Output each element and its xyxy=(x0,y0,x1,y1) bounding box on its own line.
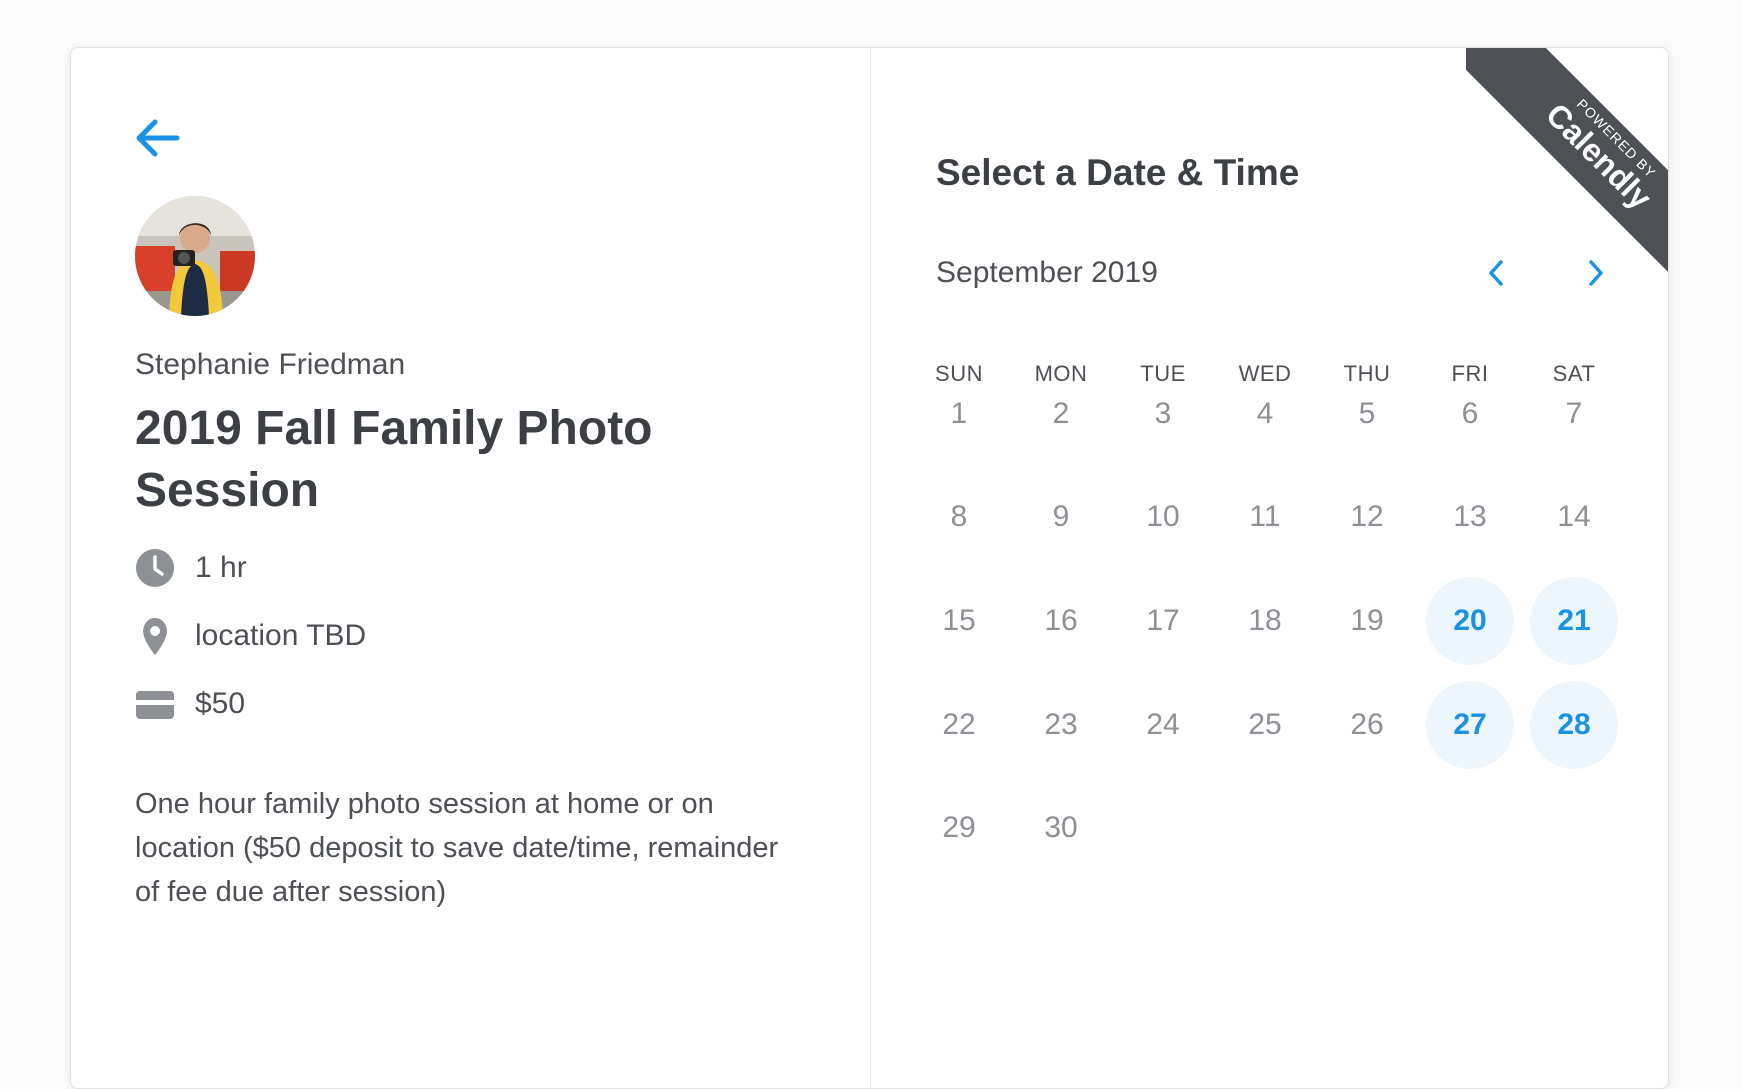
arrow-left-icon xyxy=(136,119,180,157)
calendar-day-17: 17 xyxy=(1146,604,1180,637)
back-button[interactable] xyxy=(131,116,183,160)
calendar-day-25: 25 xyxy=(1248,708,1282,741)
calendar-day-13: 13 xyxy=(1453,500,1487,533)
calendar-day-10: 10 xyxy=(1146,500,1180,533)
calendar-day-16: 16 xyxy=(1044,604,1078,637)
calendar-day-19: 19 xyxy=(1350,604,1384,637)
calendar-day-14: 14 xyxy=(1557,500,1591,533)
calendar-day-21[interactable]: 21 xyxy=(1530,577,1618,665)
event-title: 2019 Fall Family Photo Session xyxy=(135,402,653,517)
calendar-day-28[interactable]: 28 xyxy=(1530,681,1618,769)
host-name: Stephanie Friedman xyxy=(135,348,406,381)
avatar xyxy=(135,196,255,316)
calendar-day-18: 18 xyxy=(1248,604,1282,637)
map-pin-icon xyxy=(135,616,175,656)
calendar-day-9: 9 xyxy=(1052,500,1070,533)
month-label: September 2019 xyxy=(936,256,1158,289)
location-row: location TBD xyxy=(135,616,366,656)
scheduling-card: Stephanie Friedman 2019 Fall Family Phot… xyxy=(70,47,1669,1089)
calendar-day-5: 5 xyxy=(1358,397,1376,430)
calendar-day-12: 12 xyxy=(1350,500,1384,533)
calendar-day-6: 6 xyxy=(1461,397,1479,430)
powered-by-ribbon[interactable]: POWERED BY Calendly xyxy=(1466,48,1668,293)
calendar-day-27[interactable]: 27 xyxy=(1426,681,1514,769)
calendar-day-3: 3 xyxy=(1154,397,1172,430)
clock-icon xyxy=(135,548,175,588)
calendar-day-4: 4 xyxy=(1256,397,1274,430)
price-text: $50 xyxy=(195,687,246,720)
credit-card-icon xyxy=(135,684,175,724)
calendar-day-29: 29 xyxy=(942,811,976,844)
calendar-day-2: 2 xyxy=(1052,397,1070,430)
event-description: One hour family photo session at home or… xyxy=(135,788,779,908)
calendar-day-11: 11 xyxy=(1249,500,1281,533)
calendar-day-24: 24 xyxy=(1146,708,1180,741)
calendar-day-22: 22 xyxy=(942,708,976,741)
duration-text: 1 hr xyxy=(195,551,247,584)
duration-row: 1 hr xyxy=(135,548,247,588)
calendar-day-26: 26 xyxy=(1350,708,1384,741)
price-row: $50 xyxy=(135,684,245,724)
location-text: location TBD xyxy=(195,619,367,652)
calendar-day-7: 7 xyxy=(1565,397,1583,430)
calendar-day-23: 23 xyxy=(1044,708,1078,741)
panel-divider xyxy=(870,48,871,1088)
calendar-day-30: 30 xyxy=(1044,811,1078,844)
calendar-day-15: 15 xyxy=(942,604,976,637)
calendar-day-20[interactable]: 20 xyxy=(1426,577,1514,665)
calendar-day-8: 8 xyxy=(950,500,968,533)
panel-title: Select a Date & Time xyxy=(936,152,1300,193)
calendar-day-1: 1 xyxy=(950,397,968,430)
